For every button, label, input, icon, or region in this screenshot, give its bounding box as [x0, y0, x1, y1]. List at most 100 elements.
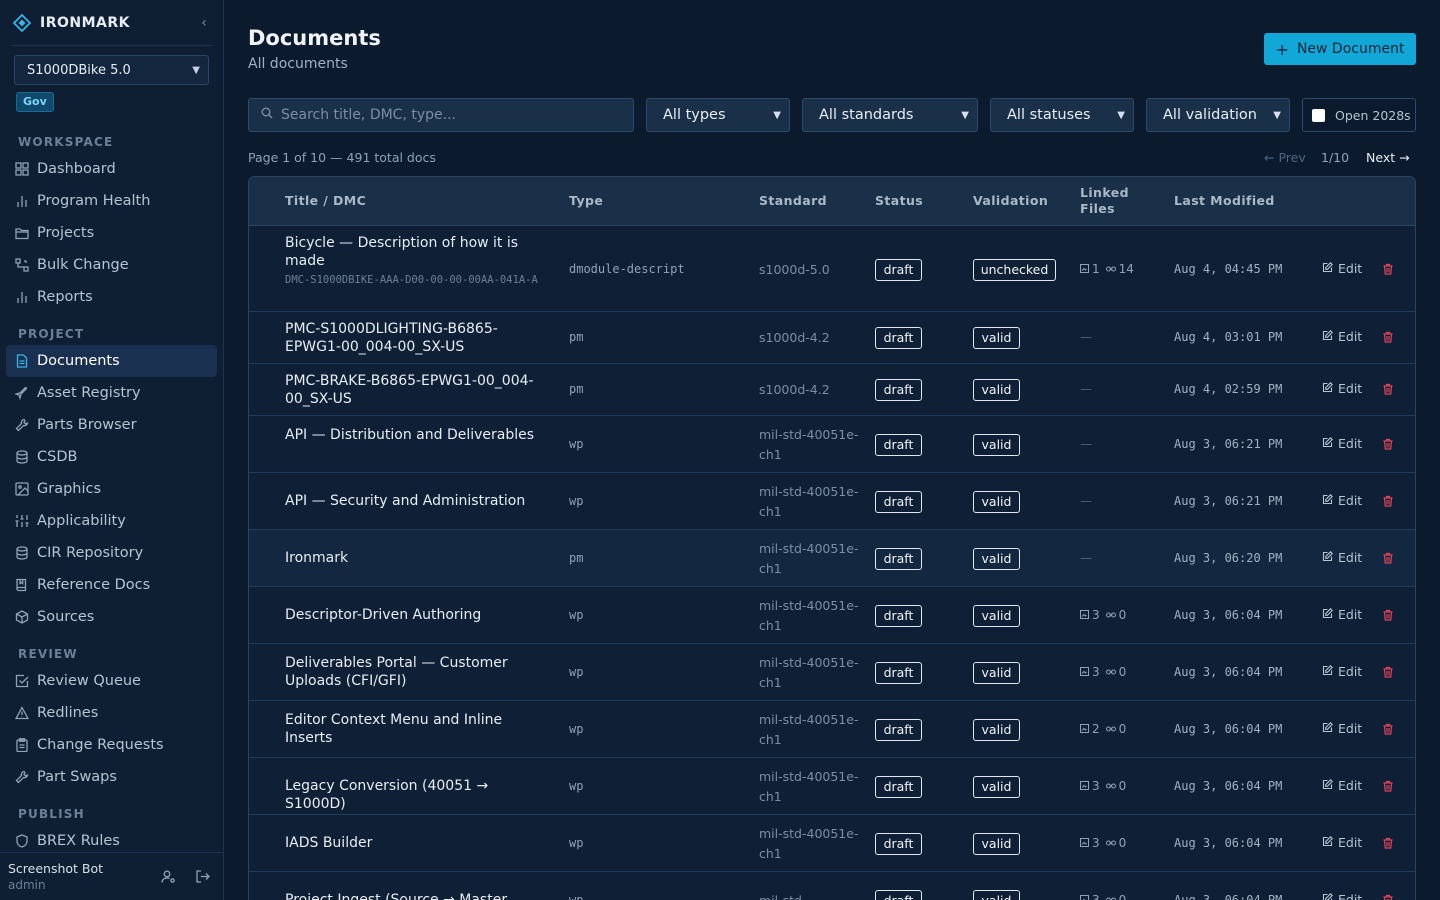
table-row[interactable]: Deliverables Portal — Customer Uploads (… [249, 644, 1415, 701]
column-header-validation[interactable]: Validation [973, 193, 1048, 209]
edit-button[interactable]: Edit [1322, 778, 1362, 793]
delete-icon[interactable] [1382, 552, 1396, 566]
edit-button[interactable]: Edit [1322, 381, 1362, 396]
delete-icon[interactable] [1382, 780, 1396, 794]
column-header-standard[interactable]: Standard [759, 193, 827, 209]
edit-button[interactable]: Edit [1322, 436, 1362, 451]
edit-button[interactable]: Edit [1322, 607, 1362, 622]
column-header-last-modified[interactable]: Last Modified [1174, 193, 1275, 209]
column-header-type[interactable]: Type [569, 193, 603, 209]
document-title-cell[interactable]: Ironmark [285, 550, 540, 568]
delete-icon[interactable] [1382, 837, 1396, 851]
document-title[interactable]: IADS Builder [285, 835, 372, 851]
next-page-button[interactable]: Next → [1366, 150, 1410, 165]
column-header-status[interactable]: Status [875, 193, 923, 209]
user-settings-icon[interactable] [160, 868, 176, 884]
document-title-cell[interactable]: IADS Builder [285, 835, 540, 853]
document-title[interactable]: Descriptor-Driven Authoring [285, 607, 481, 623]
open-2028s-checkbox[interactable] [1312, 108, 1325, 122]
document-title[interactable]: API — Distribution and Deliverables [285, 427, 534, 443]
table-row[interactable]: Descriptor-Driven Authoring wp mil-std-40… [249, 587, 1415, 644]
column-header-linked-files[interactable]: Linked Files [1080, 185, 1129, 217]
document-title-cell[interactable]: Bicycle — Description of how it is made … [285, 235, 540, 288]
nav-item-projects[interactable]: Projects [6, 217, 217, 249]
collapse-sidebar-icon[interactable]: ‹ [196, 15, 212, 31]
table-row[interactable]: API — Security and Administration wp mil-… [249, 473, 1415, 530]
document-title-cell[interactable]: PMC-BRAKE-B6865-EPWG1-00_004-00_SX-US [285, 373, 540, 408]
nav-item-program-health[interactable]: Program Health [6, 185, 217, 217]
document-title[interactable]: PMC-S1000DLIGHTING-B6865-EPWG1-00_004-00… [285, 321, 498, 355]
logout-icon[interactable] [194, 868, 210, 884]
delete-icon[interactable] [1382, 894, 1396, 900]
document-title-cell[interactable]: Deliverables Portal — Customer Uploads (… [285, 655, 540, 690]
prev-page-button[interactable]: ← Prev [1264, 150, 1306, 165]
table-row[interactable]: PMC-BRAKE-B6865-EPWG1-00_004-00_SX-US pm… [249, 364, 1415, 416]
nav-item-bulk-change[interactable]: Bulk Change [6, 249, 217, 281]
delete-icon[interactable] [1382, 609, 1396, 623]
delete-icon[interactable] [1382, 495, 1396, 509]
validation-filter-select[interactable]: All validation ▼ [1146, 98, 1290, 132]
table-row[interactable]: Editor Context Menu and Inline Inserts w… [249, 701, 1415, 758]
document-title[interactable]: PMC-BRAKE-B6865-EPWG1-00_004-00_SX-US [285, 373, 534, 407]
nav-item-csdb[interactable]: CSDB [6, 441, 217, 473]
edit-button[interactable]: Edit [1322, 493, 1362, 508]
table-row[interactable]: IADS Builder wp mil-std-40051e-ch1 draft va… [249, 815, 1415, 872]
table-row[interactable]: Ironmark pm mil-std-40051e-ch1 draft valid —… [249, 530, 1415, 587]
nav-item-review-queue[interactable]: Review Queue [6, 665, 217, 697]
edit-button[interactable]: Edit [1322, 261, 1362, 276]
nav-item-asset-registry[interactable]: Asset Registry [6, 377, 217, 409]
document-title-cell[interactable]: API — Security and Administration [285, 493, 540, 511]
nav-item-reports[interactable]: Reports [6, 281, 217, 313]
search-input[interactable] [281, 107, 621, 123]
document-title[interactable]: Bicycle — Description of how it is made [285, 235, 518, 269]
status-filter-select[interactable]: All statuses ▼ [990, 98, 1134, 132]
nav-item-change-requests[interactable]: Change Requests [6, 729, 217, 761]
document-title[interactable]: Legacy Conversion (40051 → S1000D) [285, 778, 488, 812]
new-document-button[interactable]: + New Document [1264, 33, 1416, 65]
edit-button[interactable]: Edit [1322, 329, 1362, 344]
nav-item-applicability[interactable]: Applicability [6, 505, 217, 537]
nav-item-part-swaps[interactable]: Part Swaps [6, 761, 217, 793]
project-select[interactable]: S1000DBike 5.0 ▼ [14, 55, 209, 85]
delete-icon[interactable] [1382, 331, 1396, 345]
table-row[interactable]: Legacy Conversion (40051 → S1000D) wp mil… [249, 758, 1415, 815]
edit-button[interactable]: Edit [1322, 550, 1362, 565]
standard-filter-select[interactable]: All standards ▼ [802, 98, 978, 132]
delete-icon[interactable] [1382, 263, 1396, 277]
nav-item-cir-repository[interactable]: CIR Repository [6, 537, 217, 569]
delete-icon[interactable] [1382, 383, 1396, 397]
nav-item-reference-docs[interactable]: Reference Docs [6, 569, 217, 601]
delete-icon[interactable] [1382, 723, 1396, 737]
table-row[interactable]: PMC-S1000DLIGHTING-B6865-EPWG1-00_004-00… [249, 312, 1415, 364]
nav-item-documents[interactable]: Documents [6, 345, 217, 377]
document-title-cell[interactable]: PMC-S1000DLIGHTING-B6865-EPWG1-00_004-00… [285, 321, 540, 356]
document-title-cell[interactable]: Legacy Conversion (40051 → S1000D) [285, 778, 540, 813]
document-title[interactable]: API — Security and Administration [285, 493, 525, 509]
edit-button[interactable]: Edit [1322, 835, 1362, 850]
document-title-cell[interactable]: Descriptor-Driven Authoring [285, 607, 540, 625]
nav-item-parts-browser[interactable]: Parts Browser [6, 409, 217, 441]
delete-icon[interactable] [1382, 666, 1396, 680]
document-title[interactable]: Project Ingest (Source → Master [285, 892, 507, 900]
document-title-cell[interactable]: Project Ingest (Source → Master [285, 892, 540, 900]
document-title-cell[interactable]: API — Distribution and Deliverables [285, 427, 540, 445]
edit-button[interactable]: Edit [1322, 721, 1362, 736]
open-2028s-toggle[interactable]: Open 2028s [1302, 98, 1416, 132]
document-title[interactable]: Ironmark [285, 550, 348, 566]
column-header-title[interactable]: Title / DMC [285, 193, 366, 209]
document-title[interactable]: Editor Context Menu and Inline Inserts [285, 712, 502, 746]
edit-button[interactable]: Edit [1322, 664, 1362, 679]
document-title[interactable]: Deliverables Portal — Customer Uploads (… [285, 655, 508, 689]
type-filter-select[interactable]: All types ▼ [646, 98, 790, 132]
table-row[interactable]: Project Ingest (Source → Master wp mil-st… [249, 872, 1415, 900]
document-title-cell[interactable]: Editor Context Menu and Inline Inserts [285, 712, 540, 747]
nav-item-sources[interactable]: Sources [6, 601, 217, 633]
delete-icon[interactable] [1382, 438, 1396, 452]
table-row[interactable]: API — Distribution and Deliverables wp mi… [249, 416, 1415, 473]
link-icon [1105, 608, 1119, 622]
edit-button[interactable]: Edit [1322, 892, 1362, 900]
nav-item-graphics[interactable]: Graphics [6, 473, 217, 505]
nav-item-dashboard[interactable]: Dashboard [6, 153, 217, 185]
nav-item-redlines[interactable]: Redlines [6, 697, 217, 729]
table-row[interactable]: Bicycle — Description of how it is made … [249, 227, 1415, 312]
